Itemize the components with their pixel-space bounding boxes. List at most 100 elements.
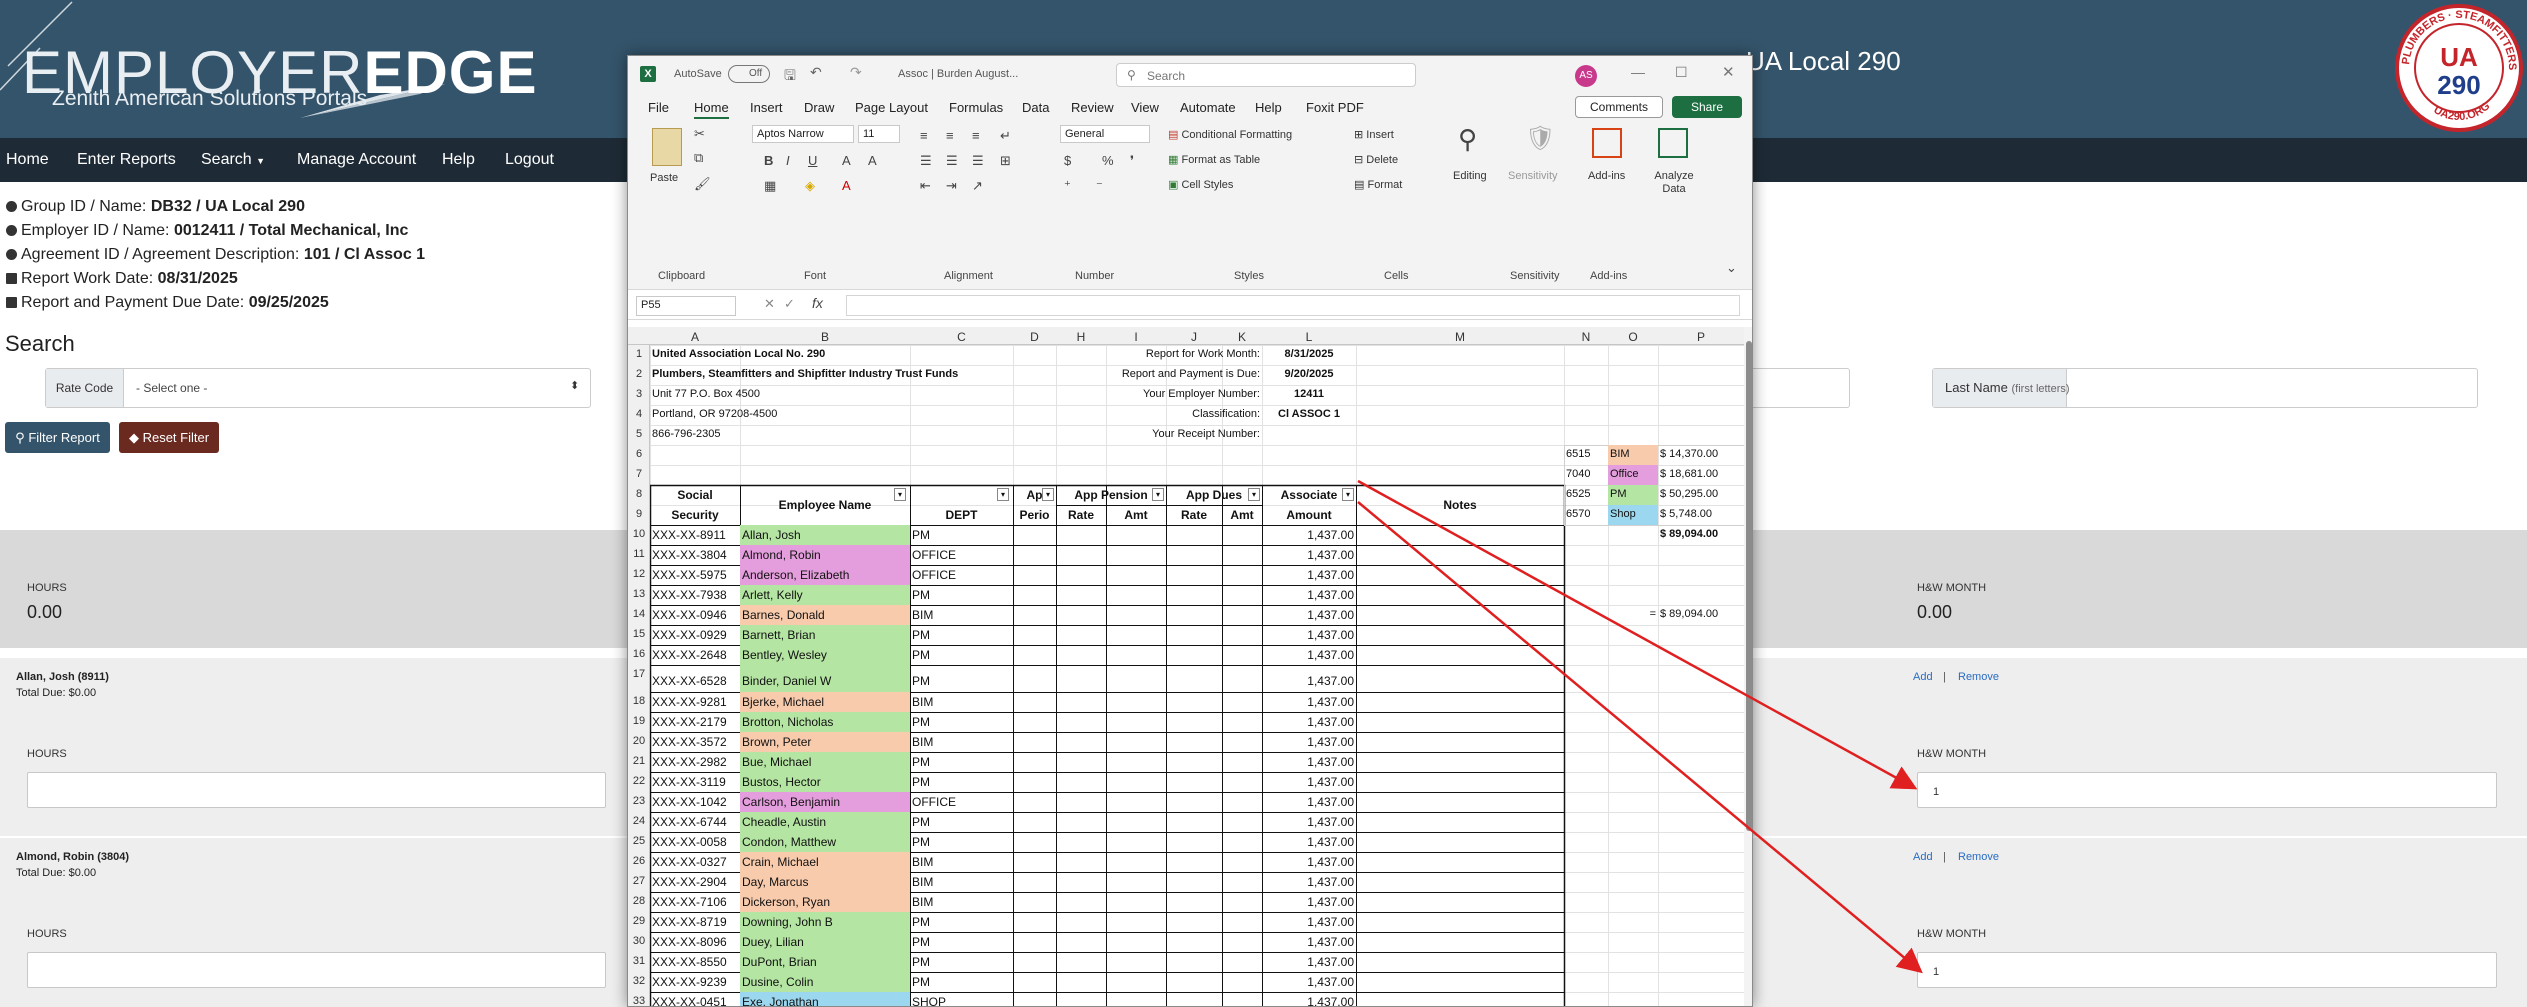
nav-search[interactable]: Search ▼: [201, 151, 265, 169]
cell-dept[interactable]: PM: [912, 648, 1011, 662]
cell-dept[interactable]: OFFICE: [912, 568, 1011, 582]
decrease-font-icon[interactable]: A: [868, 153, 877, 168]
row-header[interactable]: 23: [628, 795, 650, 807]
row-header[interactable]: 17: [628, 668, 650, 680]
cell-dept[interactable]: BIM: [912, 695, 1011, 709]
filter-dropdown-icon[interactable]: ▾: [997, 488, 1009, 501]
row-header[interactable]: 21: [628, 755, 650, 767]
cell-amount[interactable]: 1,437.00: [1264, 815, 1354, 829]
cell-dept[interactable]: BIM: [912, 855, 1011, 869]
cell-employee-name[interactable]: DuPont, Brian: [742, 955, 908, 969]
merge-icon[interactable]: ⊞: [1000, 153, 1011, 169]
nav-manage-account[interactable]: Manage Account: [297, 151, 416, 169]
header-field-value[interactable]: 12411: [1264, 388, 1354, 400]
format-cells-button[interactable]: ▤ Format: [1354, 178, 1402, 191]
summary-code[interactable]: 7040: [1566, 468, 1606, 480]
cell-ssn[interactable]: XXX-XX-6744: [652, 815, 738, 829]
column-header-l[interactable]: L: [1262, 330, 1356, 344]
cell-amount[interactable]: 1,437.00: [1264, 975, 1354, 989]
paste-icon[interactable]: [652, 128, 682, 166]
row-header[interactable]: 14: [628, 608, 650, 620]
cell-ssn[interactable]: XXX-XX-0058: [652, 835, 738, 849]
cell-employee-name[interactable]: Condon, Matthew: [742, 835, 908, 849]
save-icon[interactable]: 🖫: [784, 65, 796, 89]
column-header-p[interactable]: P: [1658, 330, 1744, 344]
cell-dept[interactable]: PM: [912, 835, 1011, 849]
align-right-icon[interactable]: ☰: [972, 153, 984, 169]
row-header[interactable]: 25: [628, 835, 650, 847]
row-header[interactable]: 31: [628, 955, 650, 967]
cell-ssn[interactable]: XXX-XX-2648: [652, 648, 738, 662]
cell-employee-name[interactable]: Cheadle, Austin: [742, 815, 908, 829]
cell-ssn[interactable]: XXX-XX-9281: [652, 695, 738, 709]
cell-amount[interactable]: 1,437.00: [1264, 875, 1354, 889]
add-ins-icon[interactable]: [1592, 128, 1622, 158]
share-button[interactable]: Share: [1672, 96, 1742, 118]
hdr-notes[interactable]: Notes: [1358, 498, 1562, 512]
cell-employee-name[interactable]: Binder, Daniel W: [742, 674, 908, 688]
cell-dept[interactable]: PM: [912, 955, 1011, 969]
formula-input[interactable]: [846, 295, 1740, 316]
collapse-ribbon-icon[interactable]: ⌄: [1726, 260, 1737, 276]
tab-page-layout[interactable]: Page Layout: [855, 100, 928, 115]
cell-employee-name[interactable]: Bentley, Wesley: [742, 648, 908, 662]
hdr-employee-name[interactable]: Employee Name: [742, 498, 908, 512]
row-header[interactable]: 3: [628, 388, 650, 400]
row-header[interactable]: 9: [628, 508, 650, 520]
row-header[interactable]: 8: [628, 488, 650, 500]
filter-dropdown-icon[interactable]: ▾: [1248, 488, 1260, 501]
cell-amount[interactable]: 1,437.00: [1264, 995, 1354, 1006]
cell-amount[interactable]: 1,437.00: [1264, 935, 1354, 949]
cell-amount[interactable]: 1,437.00: [1264, 835, 1354, 849]
align-left-icon[interactable]: ☰: [920, 153, 932, 169]
cell-employee-name[interactable]: Brotton, Nicholas: [742, 715, 908, 729]
cell-ssn[interactable]: XXX-XX-8911: [652, 528, 738, 542]
row-header[interactable]: 16: [628, 648, 650, 660]
remove-link[interactable]: Remove: [1958, 671, 1999, 683]
add-link[interactable]: Add: [1913, 851, 1933, 863]
cell-amount[interactable]: 1,437.00: [1264, 755, 1354, 769]
header-field-label[interactable]: Report for Work Month:: [1058, 348, 1260, 360]
cell-employee-name[interactable]: Almond, Robin: [742, 548, 908, 562]
filter-dropdown-icon[interactable]: ▾: [1342, 488, 1354, 501]
cell-dept[interactable]: BIM: [912, 735, 1011, 749]
last-name-input[interactable]: Last Name (first letters): [1932, 368, 2478, 408]
hdr-social[interactable]: Social: [652, 488, 738, 502]
cell-employee-name[interactable]: Dickerson, Ryan: [742, 895, 908, 909]
underline-icon[interactable]: U: [808, 153, 817, 168]
row-header[interactable]: 26: [628, 855, 650, 867]
cell-employee-name[interactable]: Duey, Lilian: [742, 935, 908, 949]
cell-dept[interactable]: BIM: [912, 895, 1011, 909]
cell-dept[interactable]: PM: [912, 755, 1011, 769]
cell-employee-name[interactable]: Barnett, Brian: [742, 628, 908, 642]
row-header[interactable]: 29: [628, 915, 650, 927]
summary-dept[interactable]: Office: [1610, 468, 1656, 480]
summary-code[interactable]: 6570: [1566, 508, 1606, 520]
summary-code[interactable]: 6515: [1566, 448, 1606, 460]
header-field-label[interactable]: Your Employer Number:: [1058, 388, 1260, 400]
tab-draw[interactable]: Draw: [804, 100, 834, 115]
tab-view[interactable]: View: [1131, 100, 1159, 115]
row-header[interactable]: 19: [628, 715, 650, 727]
cell-amount[interactable]: 1,437.00: [1264, 568, 1354, 582]
cell-dept[interactable]: PM: [912, 588, 1011, 602]
row-header[interactable]: 18: [628, 695, 650, 707]
summary-dept[interactable]: Shop: [1610, 508, 1656, 520]
rate-code-select[interactable]: Rate Code - Select one - ⬍: [45, 368, 591, 408]
cell-employee-name[interactable]: Crain, Michael: [742, 855, 908, 869]
cell-employee-name[interactable]: Bustos, Hector: [742, 775, 908, 789]
column-header-o[interactable]: O: [1608, 330, 1658, 344]
insert-cells-button[interactable]: ⊞ Insert: [1354, 128, 1394, 141]
wrap-text-icon[interactable]: ↵: [1000, 128, 1011, 144]
cell-dept[interactable]: SHOP: [912, 995, 1011, 1006]
hdr-amount[interactable]: Amount: [1264, 508, 1354, 522]
cell-ssn[interactable]: XXX-XX-3119: [652, 775, 738, 789]
row-header[interactable]: 12: [628, 568, 650, 580]
name-box[interactable]: P55: [636, 296, 736, 316]
comma-icon[interactable]: ❜: [1130, 153, 1134, 169]
cell-dept[interactable]: BIM: [912, 608, 1011, 622]
summary-amount[interactable]: $ 50,295.00: [1660, 488, 1742, 500]
cell-amount[interactable]: 1,437.00: [1264, 715, 1354, 729]
row-header[interactable]: 28: [628, 895, 650, 907]
cell-ssn[interactable]: XXX-XX-7106: [652, 895, 738, 909]
